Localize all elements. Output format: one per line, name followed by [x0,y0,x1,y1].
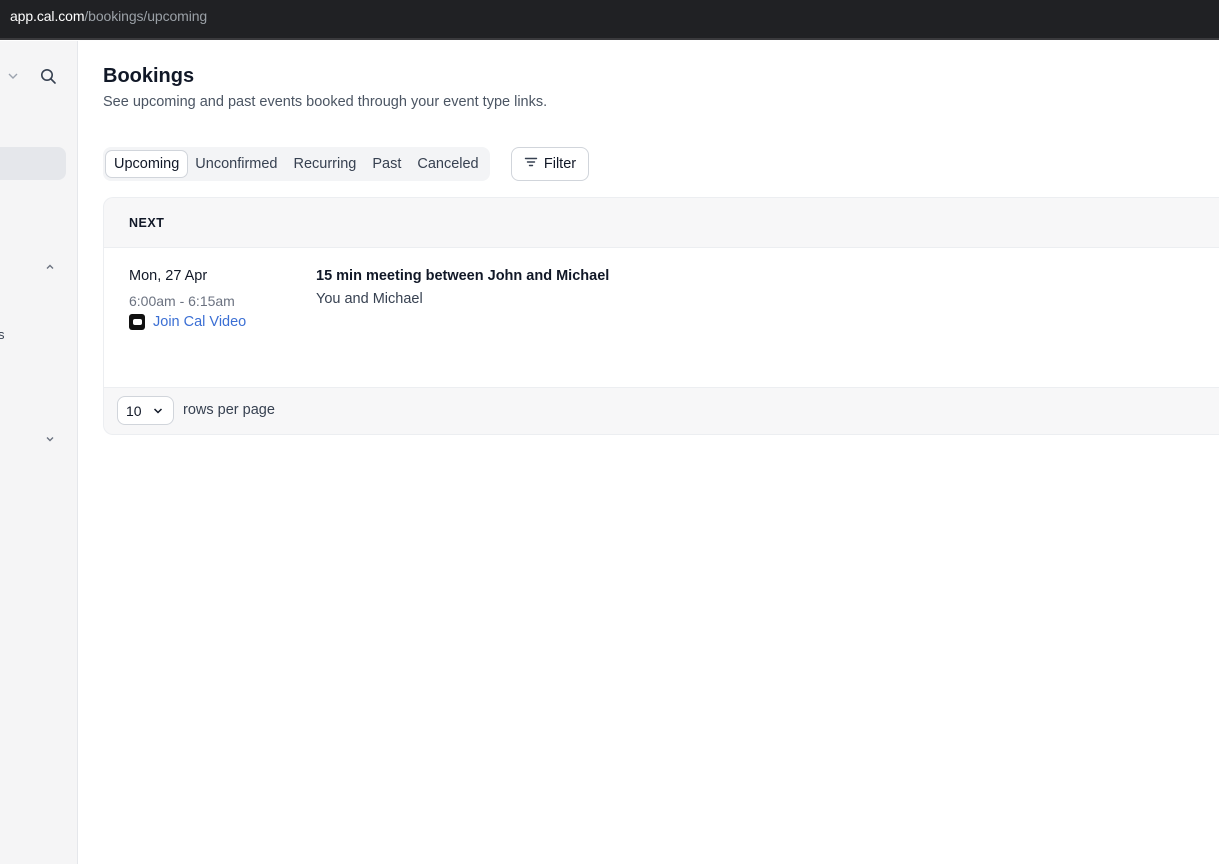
page-subtitle: See upcoming and past events booked thro… [103,94,548,110]
filter-icon [524,155,538,173]
tab-canceled[interactable]: Canceled [409,151,486,177]
rows-per-page-value: 10 [126,402,142,419]
sidebar: s [0,41,78,864]
url-text[interactable]: app.cal.com/bookings/upcoming [10,8,207,24]
url-path: /bookings/upcoming [84,8,208,24]
join-cal-video-label: Join Cal Video [153,314,247,330]
rows-per-page-select[interactable]: 10 [117,396,174,425]
search-icon[interactable] [40,68,57,85]
main-content: Bookings See upcoming and past events bo… [79,41,1219,864]
tab-upcoming[interactable]: Upcoming [106,151,188,177]
rows-per-page-label: rows per page [183,402,275,418]
booking-date: Mon, 27 Apr [129,268,208,284]
filter-button[interactable]: Filter [511,147,589,181]
booking-attendees: You and Michael [316,291,423,307]
pagination: 10 rows per page [104,388,1219,434]
bookings-table: NEXT Mon, 27 Apr 6:00am - 6:15am Join Ca… [103,197,1219,435]
section-label-next: NEXT [129,216,165,230]
sidebar-item-bookings[interactable] [0,147,66,180]
page-title: Bookings [103,65,195,87]
booking-tabs: Upcoming Unconfirmed Recurring Past Canc… [103,147,490,181]
filter-label: Filter [543,156,577,172]
sidebar-item-label[interactable]: s [0,327,5,342]
url-host: app.cal.com [10,8,85,24]
chevron-up-icon[interactable] [44,261,56,273]
booking-row[interactable]: Mon, 27 Apr 6:00am - 6:15am Join Cal Vid… [104,248,1219,388]
tab-unconfirmed[interactable]: Unconfirmed [187,151,285,177]
chevron-down-icon [153,408,163,414]
tab-past[interactable]: Past [364,151,409,177]
video-camera-icon [129,314,145,330]
browser-url-bar[interactable]: app.cal.com/bookings/upcoming [0,0,1219,40]
join-cal-video-link[interactable]: Join Cal Video [129,314,246,330]
chevron-down-icon[interactable] [7,70,19,82]
table-section-header: NEXT [104,198,1219,248]
booking-time: 6:00am - 6:15am [129,293,235,309]
tab-recurring[interactable]: Recurring [285,151,364,177]
chevron-down-icon[interactable] [44,433,56,445]
booking-title: 15 min meeting between John and Michael [316,268,610,284]
